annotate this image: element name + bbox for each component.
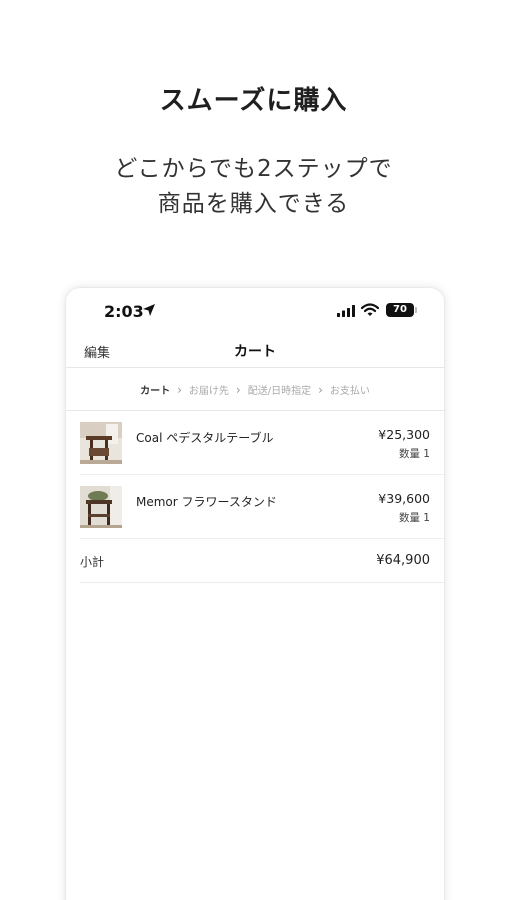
promo-headline: スムーズに購入 (159, 86, 348, 116)
app-store-screenshot: スムーズに購入 どこからでも2ステップで 商品を購入できる 2:03 70 編集… (0, 0, 507, 900)
subtotal-label: 小計 (80, 555, 105, 569)
product-thumbnail-flower-stand (80, 486, 122, 528)
cart-item[interactable]: Memor フラワースタンド ¥39,600 数量 1 (80, 475, 444, 539)
item-name: Memor フラワースタンド (136, 495, 277, 509)
wifi-icon (361, 303, 379, 316)
nav-title: カート (234, 344, 276, 360)
product-thumbnail-pedestal-table (80, 422, 122, 464)
status-bar: 2:03 70 (66, 288, 444, 332)
battery-icon: 70 (386, 303, 414, 317)
item-quantity: 数量 1 (398, 448, 430, 460)
step-shipping-address: お届け先 (188, 386, 229, 397)
phone-frame: 2:03 70 編集 カート カート › お届け先 › 配送/日時指定 › お支… (66, 288, 444, 900)
checkout-steps: カート › お届け先 › 配送/日時指定 › お支払い (66, 369, 444, 411)
subtotal-value: ¥64,900 (376, 553, 430, 568)
item-name: Coal ペデスタルテーブル (136, 431, 274, 445)
item-quantity: 数量 1 (398, 512, 430, 524)
cellular-signal-icon (337, 305, 355, 317)
promo-subline-line-2: 商品を購入できる (157, 191, 350, 217)
battery-tip (415, 307, 417, 313)
promo-subline: どこからでも2ステップで 商品を購入できる (0, 152, 507, 222)
chevron-right-icon: › (318, 382, 323, 397)
location-arrow-icon (143, 304, 155, 316)
chevron-right-icon: › (235, 382, 241, 397)
cart-item[interactable]: Coal ペデスタルテーブル ¥25,300 数量 1 (80, 411, 444, 475)
item-price: ¥39,600 (378, 491, 430, 506)
nav-bar: 編集 カート (66, 332, 444, 368)
promo-subline-line-1: どこからでも2ステップで (114, 156, 393, 182)
chevron-right-icon: › (177, 382, 182, 397)
subtotal-row: 小計 ¥64,900 (80, 539, 444, 583)
step-delivery-date: 配送/日時指定 (247, 386, 312, 397)
item-price: ¥25,300 (378, 427, 430, 442)
step-payment: お支払い (329, 386, 370, 397)
step-cart: カート (140, 386, 171, 397)
status-time: 2:03 (104, 302, 144, 321)
